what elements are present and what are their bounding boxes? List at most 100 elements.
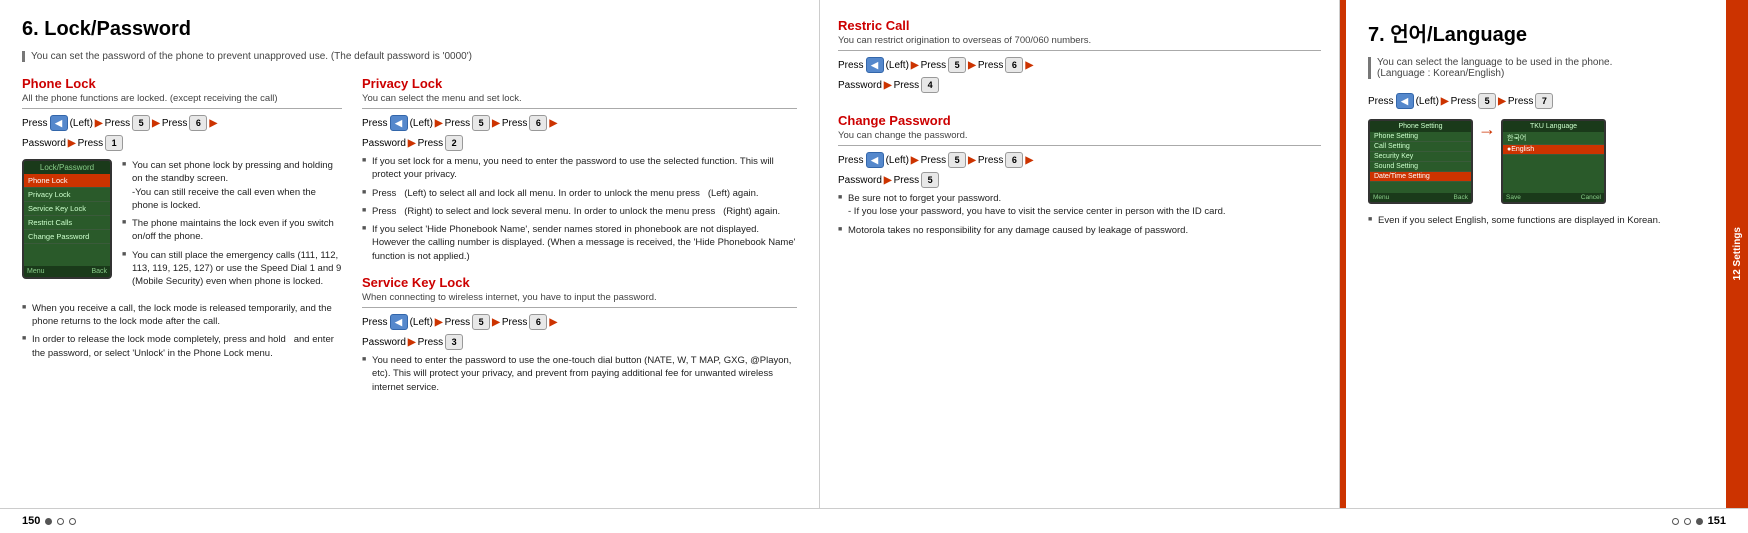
sidebar-tab-label: 12 Settings [1732, 227, 1743, 280]
press-sk-4: Press [418, 337, 444, 348]
sidebar-tab: 12 Settings [1726, 0, 1748, 508]
lang-menu-datetime: Date/Time Setting [1370, 172, 1471, 182]
lang-screen1-footer: MenuBack [1370, 193, 1471, 202]
key-sk-6[interactable]: 6 [529, 314, 547, 330]
press-word-4: Press [78, 138, 104, 149]
password-label-cp: Password [838, 175, 882, 186]
key-rc-5[interactable]: 5 [948, 57, 966, 73]
left-label-rc: (Left) [886, 60, 909, 71]
bullet-privacy-2: Press (Left) to select all and lock all … [362, 187, 797, 200]
key-p2-2[interactable]: 2 [445, 135, 463, 151]
screen-footer-1: MenuBack [24, 266, 110, 277]
bullet-privacy-3: Press (Right) to select and lock several… [362, 205, 797, 218]
key-p2-6[interactable]: 6 [529, 115, 547, 131]
privacy-lock-block: Privacy Lock You can select the menu and… [362, 76, 797, 263]
phone-lock-press-line2: Password ▶ Press 1 [22, 135, 342, 151]
key-p2-left[interactable]: ◀ [390, 115, 408, 131]
key-lang-5[interactable]: 5 [1478, 93, 1496, 109]
page-dot-3 [69, 518, 76, 525]
left-label-1: (Left) [70, 118, 93, 129]
page-number-150: 150 [22, 515, 40, 527]
press-p2-1: Press [362, 118, 388, 129]
arrow-between-screens: → [1478, 119, 1496, 140]
key-sk-3[interactable]: 3 [445, 334, 463, 350]
press-p2-4: Press [418, 138, 444, 149]
menu-item-change-pwd: Change Password [24, 230, 110, 244]
bullet-privacy-4: If you select 'Hide Phonebook Name', sen… [362, 223, 797, 263]
bullet-cp-2: Motorola takes no responsibility for any… [838, 224, 1321, 237]
page-dot-5 [1684, 518, 1691, 525]
key-num-1[interactable]: 6 [189, 115, 207, 131]
key-cp-6[interactable]: 6 [1005, 152, 1023, 168]
privacy-press-line2: Password ▶ Press 2 [362, 135, 797, 151]
press-rc-2: Press [921, 60, 947, 71]
section-title-lock: 6. Lock/Password [22, 18, 797, 41]
restric-call-title: Restric Call [838, 18, 1321, 33]
key-sk-left[interactable]: ◀ [390, 314, 408, 330]
press-sk-2: Press [445, 317, 471, 328]
key-lang-left[interactable]: ◀ [1396, 93, 1414, 109]
press-cp-4: Press [894, 175, 920, 186]
key-lang-7[interactable]: 7 [1535, 93, 1553, 109]
press-cp-2: Press [921, 155, 947, 166]
language-bullets: Even if you select English, some functio… [1368, 214, 1718, 227]
section-subtitle-language: You can select the language to be used i… [1368, 57, 1718, 79]
key-menu-1[interactable]: 5 [132, 115, 150, 131]
page-dot-4 [1672, 518, 1679, 525]
key-p2-5[interactable]: 5 [472, 115, 490, 131]
restric-press-line2: Password ▶ Press 4 [838, 77, 1321, 93]
press-sk-3: Press [502, 317, 528, 328]
restric-change-section: Restric Call You can restrict originatio… [820, 0, 1340, 508]
change-pwd-title: Change Password [838, 113, 1321, 128]
press-cp-1: Press [838, 155, 864, 166]
key-rc-6[interactable]: 6 [1005, 57, 1023, 73]
key-rc-left[interactable]: ◀ [866, 57, 884, 73]
phone-screenshot-1: Lock/Password Phone Lock Privacy Lock Se… [22, 159, 112, 294]
bullet-item: The phone maintains the lock even if you… [122, 217, 342, 244]
key-cp-5[interactable]: 5 [948, 152, 966, 168]
password-label-1: Password [22, 138, 66, 149]
screen-header-1: Lock/Password [24, 161, 110, 174]
press-word-2: Press [105, 118, 131, 129]
service-key-title: Service Key Lock [362, 275, 797, 290]
menu-item-privacy-lock: Privacy Lock [24, 188, 110, 202]
service-key-lock-block: Service Key Lock When connecting to wire… [362, 275, 797, 394]
press-rc-1: Press [838, 60, 864, 71]
press-word-3: Press [162, 118, 188, 129]
lang-screen-1: Phone Setting Phone Setting Call Setting… [1368, 119, 1473, 204]
change-pwd-press-line2: Password ▶ Press 5 [838, 172, 1321, 188]
lang-screen2-header: TKU Language [1503, 121, 1604, 132]
lang-menu-security: Security Key [1370, 152, 1471, 162]
key-left-1[interactable]: ◀ [50, 115, 68, 131]
page-numbers: 150 151 [0, 508, 1748, 533]
password-label-sk: Password [362, 337, 406, 348]
change-pwd-desc: You can change the password. [838, 130, 1321, 146]
page-dot-6 [1696, 518, 1703, 525]
press-cp-3: Press [978, 155, 1004, 166]
language-press-line: Press ◀ (Left) ▶ Press 5 ▶ Press 7 [1368, 93, 1718, 109]
privacy-lock-desc: You can select the menu and set lock. [362, 93, 797, 109]
privacy-lock-title: Privacy Lock [362, 76, 797, 91]
key-sk-5[interactable]: 5 [472, 314, 490, 330]
menu-item-phone-lock: Phone Lock [24, 174, 110, 188]
change-pwd-press-line1: Press ◀ (Left) ▶ Press 5 ▶ Press 6 ▶ [838, 152, 1321, 168]
press-p2-3: Press [502, 118, 528, 129]
change-password-block: Change Password You can change the passw… [838, 113, 1321, 237]
section-title-language: 7. 언어/Language [1368, 18, 1718, 47]
menu-item-service-key: Service Key Lock [24, 202, 110, 216]
password-label-p2: Password [362, 138, 406, 149]
phone-lock-col: Phone Lock All the phone functions are l… [22, 76, 342, 406]
key-cp-left[interactable]: ◀ [866, 152, 884, 168]
change-pwd-bullets: Be sure not to forget your password.- If… [838, 192, 1321, 237]
lock-password-section: 6. Lock/Password You can set the passwor… [0, 0, 820, 508]
key-cp-5b[interactable]: 5 [921, 172, 939, 188]
bullet-item: You can set phone lock by pressing and h… [122, 159, 342, 212]
bullet-item-bottom-1: When you receive a call, the lock mode i… [22, 302, 342, 329]
lang-screen-2: TKU Language 한국어 ●English SaveCancel [1501, 119, 1606, 204]
key-confirm-1[interactable]: 1 [105, 135, 123, 151]
key-rc-4[interactable]: 4 [921, 77, 939, 93]
password-label-rc: Password [838, 80, 882, 91]
page-dot-1 [45, 518, 52, 525]
page-num-left: 150 [22, 515, 76, 527]
bullet-sk-1: You need to enter the password to use th… [362, 354, 797, 394]
